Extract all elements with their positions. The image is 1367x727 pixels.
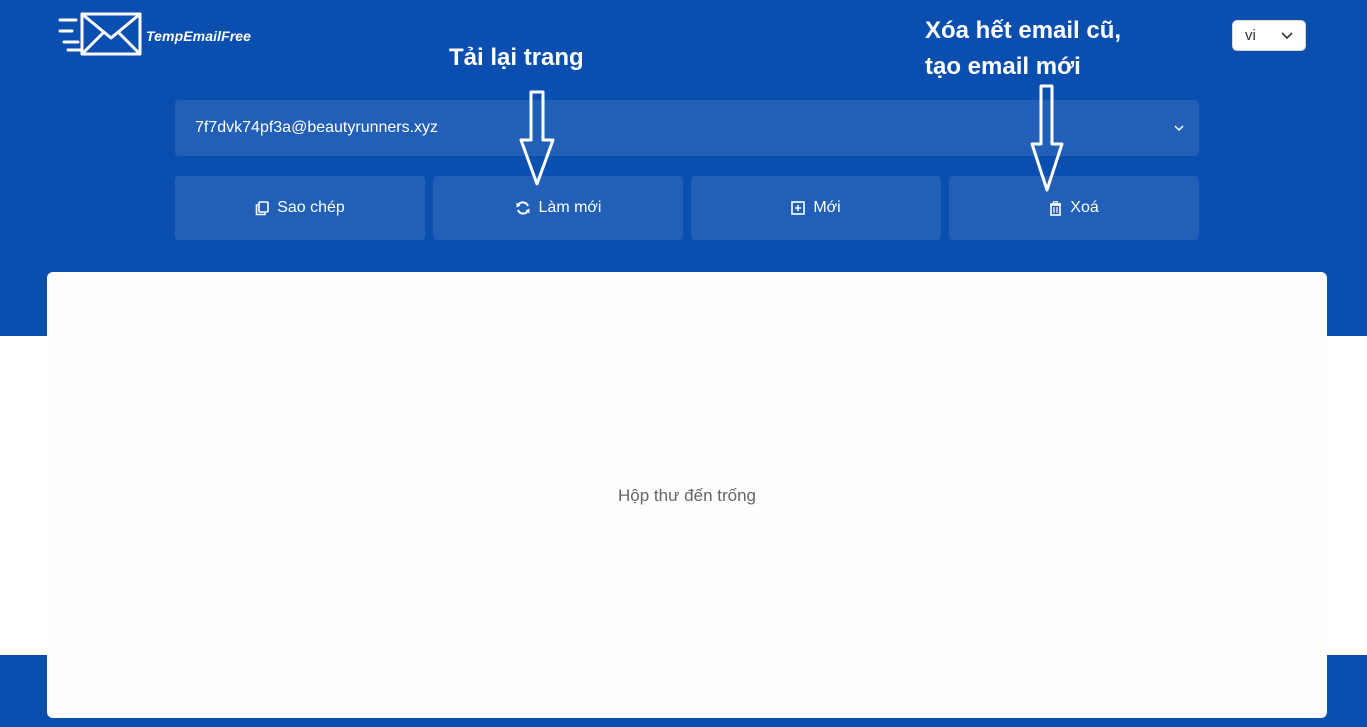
email-address: 7f7dvk74pf3a@beautyrunners.xyz bbox=[195, 119, 439, 136]
language-value: vi bbox=[1245, 27, 1256, 44]
trash-icon bbox=[1049, 200, 1062, 216]
refresh-label: Làm mới bbox=[538, 199, 602, 216]
new-email-button[interactable]: Mới bbox=[691, 176, 941, 240]
copy-button[interactable]: Sao chép bbox=[175, 176, 425, 240]
inbox-empty-message: Hộp thư đến trống bbox=[617, 485, 757, 505]
envelope-speed-icon bbox=[58, 11, 144, 62]
refresh-icon bbox=[515, 200, 531, 216]
refresh-button[interactable]: Làm mới bbox=[433, 176, 683, 240]
new-email-label: Mới bbox=[813, 199, 841, 216]
annotation-reload: Tải lại trang bbox=[449, 44, 584, 71]
annotation-delete-line1: Xóa hết email cũ, bbox=[925, 17, 1122, 44]
annotation-delete-line2: tạo email mới bbox=[925, 53, 1081, 80]
inbox-panel: Hộp thư đến trống bbox=[47, 272, 1327, 718]
plus-square-icon bbox=[791, 201, 806, 215]
chevron-down-icon bbox=[1174, 119, 1184, 137]
language-select[interactable]: vi bbox=[1232, 20, 1306, 51]
copy-icon bbox=[255, 200, 269, 216]
down-arrow-icon bbox=[1030, 84, 1064, 192]
copy-label: Sao chép bbox=[277, 199, 345, 216]
delete-button[interactable]: Xoá bbox=[949, 176, 1199, 240]
brand-name: TempEmailFree bbox=[146, 28, 252, 44]
down-arrow-icon bbox=[519, 90, 555, 186]
chevron-down-icon bbox=[1281, 27, 1293, 44]
delete-label: Xoá bbox=[1070, 199, 1099, 216]
brand-logo[interactable]: TempEmailFree bbox=[58, 11, 252, 62]
